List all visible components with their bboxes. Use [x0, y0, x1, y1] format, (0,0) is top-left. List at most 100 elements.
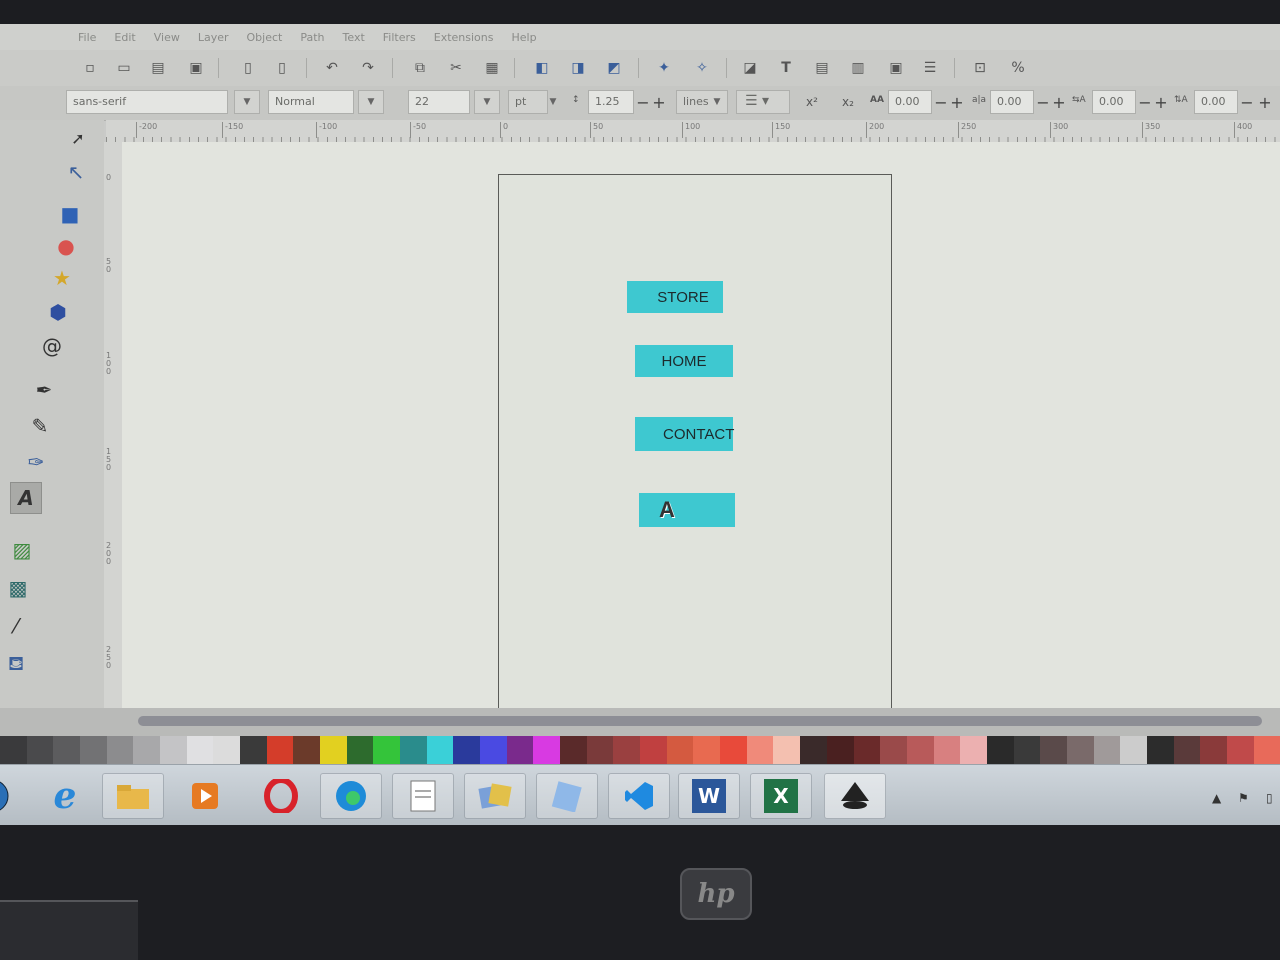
battery-icon[interactable]: ▯ — [1266, 791, 1273, 805]
palette-swatch[interactable] — [960, 736, 987, 764]
palette-swatch[interactable] — [1173, 736, 1201, 764]
align-distribute-icon[interactable]: ☰ — [918, 56, 942, 80]
action-center-flag-icon[interactable]: ⚑ — [1238, 791, 1249, 805]
contact-button-label[interactable]: CONTACT — [663, 426, 734, 443]
paste-icon[interactable]: ▦ — [480, 56, 504, 80]
group-icon[interactable]: ✦ — [652, 56, 676, 80]
drawing-canvas[interactable]: STORE HOME CONTACT A — [122, 142, 1280, 708]
photos-icon[interactable] — [464, 773, 526, 819]
palette-swatch[interactable] — [160, 736, 187, 764]
file-explorer-icon[interactable] — [102, 773, 164, 819]
preferences-icon[interactable]: % — [1006, 56, 1030, 80]
tray-overflow-icon[interactable]: ▲ — [1212, 791, 1221, 805]
ellipse-tool-icon[interactable]: ● — [50, 230, 82, 262]
palette-swatch[interactable] — [800, 736, 827, 764]
pen-tool-icon[interactable]: ✒ — [28, 374, 60, 406]
contact-button-shape[interactable]: CONTACT — [635, 417, 734, 451]
palette-swatch[interactable] — [186, 736, 214, 764]
menu-extensions[interactable]: Extensions — [434, 31, 494, 44]
menu-path[interactable]: Path — [300, 31, 324, 44]
mesh-tool-icon[interactable]: ▩ — [2, 572, 34, 604]
palette-swatch[interactable] — [373, 736, 401, 764]
letter-spacing-field[interactable]: 0.00 — [888, 90, 932, 114]
palette-swatch[interactable] — [933, 736, 961, 764]
copy-icon[interactable]: ⧉ — [408, 56, 432, 80]
unit-dropdown[interactable]: ▼ — [540, 90, 566, 114]
duplicate-icon[interactable]: ◧ — [530, 56, 554, 80]
store-button-label[interactable]: STORE — [657, 289, 708, 306]
inkscape-icon[interactable] — [824, 773, 886, 819]
home-button-label[interactable]: HOME — [662, 353, 707, 370]
document-page[interactable]: STORE HOME CONTACT A — [498, 174, 892, 708]
palette-swatch[interactable] — [426, 736, 454, 764]
palette-swatch[interactable] — [1040, 736, 1067, 764]
document-properties-icon[interactable]: ⊡ — [968, 56, 992, 80]
edge-icon[interactable] — [320, 773, 382, 819]
excel-icon[interactable]: X — [750, 773, 812, 819]
menu-view[interactable]: View — [154, 31, 180, 44]
text-font-icon[interactable]: T — [774, 56, 798, 80]
line-spacing-increment[interactable]: + — [648, 90, 670, 114]
font-style-dropdown[interactable]: ▼ — [358, 90, 384, 114]
palette-swatch[interactable] — [1013, 736, 1041, 764]
node-tool-icon[interactable]: ↖ — [60, 156, 92, 188]
palette-swatch[interactable] — [213, 736, 241, 764]
objects-icon[interactable]: ▣ — [884, 56, 908, 80]
palette-swatch[interactable] — [80, 736, 107, 764]
opera-icon[interactable] — [250, 773, 312, 819]
line-spacing-field[interactable]: 1.25 — [588, 90, 634, 114]
palette-swatch[interactable] — [1120, 736, 1147, 764]
rectangle-tool-icon[interactable]: ■ — [54, 198, 86, 230]
3d-box-tool-icon[interactable]: ⬢ — [42, 296, 74, 328]
palette-swatch[interactable] — [693, 736, 721, 764]
font-style-field[interactable]: Normal — [268, 90, 354, 114]
palette-swatch[interactable] — [1146, 736, 1174, 764]
subscript-icon[interactable]: x₂ — [842, 95, 854, 109]
font-size-dropdown[interactable]: ▼ — [474, 90, 500, 114]
menu-file[interactable]: File — [78, 31, 96, 44]
media-player-icon[interactable] — [174, 773, 236, 819]
cut-icon[interactable]: ✂ — [444, 56, 468, 80]
palette-swatch[interactable] — [453, 736, 481, 764]
menu-layer[interactable]: Layer — [198, 31, 229, 44]
clone-icon[interactable]: ◨ — [566, 56, 590, 80]
palette-swatch[interactable] — [1253, 736, 1280, 764]
store-button-shape[interactable]: STORE — [627, 281, 723, 313]
start-orb-icon[interactable] — [0, 773, 14, 819]
font-family-dropdown[interactable]: ▼ — [234, 90, 260, 114]
palette-swatch[interactable] — [53, 736, 81, 764]
palette-swatch[interactable] — [746, 736, 774, 764]
print-icon[interactable]: ▤ — [146, 56, 170, 80]
open-icon[interactable]: ▭ — [112, 56, 136, 80]
star-tool-icon[interactable]: ★ — [46, 262, 78, 294]
text-tool-icon[interactable]: A — [10, 482, 42, 514]
xml-editor-icon[interactable]: ▥ — [846, 56, 870, 80]
new-button-shape[interactable]: A — [639, 493, 735, 527]
save-icon[interactable]: ▣ — [184, 56, 208, 80]
spacing-mode-dropdown[interactable]: ▼ — [704, 90, 730, 114]
palette-swatch[interactable] — [560, 736, 587, 764]
word-spacing-field[interactable]: 0.00 — [990, 90, 1034, 114]
palette-swatch[interactable] — [26, 736, 54, 764]
palette-swatch[interactable] — [0, 736, 27, 764]
palette-swatch[interactable] — [986, 736, 1014, 764]
palette-swatch[interactable] — [1093, 736, 1121, 764]
font-size-field[interactable]: 22 — [408, 90, 470, 114]
word-icon[interactable]: W — [678, 773, 740, 819]
import-icon[interactable]: ▯ — [236, 56, 260, 80]
palette-swatch[interactable] — [613, 736, 641, 764]
ungroup-icon[interactable]: ✧ — [690, 56, 714, 80]
palette-swatch[interactable] — [266, 736, 294, 764]
palette-swatch[interactable] — [640, 736, 667, 764]
palette-swatch[interactable] — [666, 736, 694, 764]
palette-swatch[interactable] — [880, 736, 907, 764]
unlink-clone-icon[interactable]: ◩ — [602, 56, 626, 80]
font-family-field[interactable]: sans-serif — [66, 90, 228, 114]
selector-tool-icon[interactable]: ➚ — [62, 122, 94, 154]
home-button-shape[interactable]: HOME — [635, 345, 733, 377]
palette-swatch[interactable] — [133, 736, 161, 764]
palette-swatch[interactable] — [1200, 736, 1227, 764]
fill-stroke-icon[interactable]: ◪ — [738, 56, 762, 80]
palette-swatch[interactable] — [586, 736, 614, 764]
horizontal-scrollbar[interactable] — [0, 708, 1280, 736]
